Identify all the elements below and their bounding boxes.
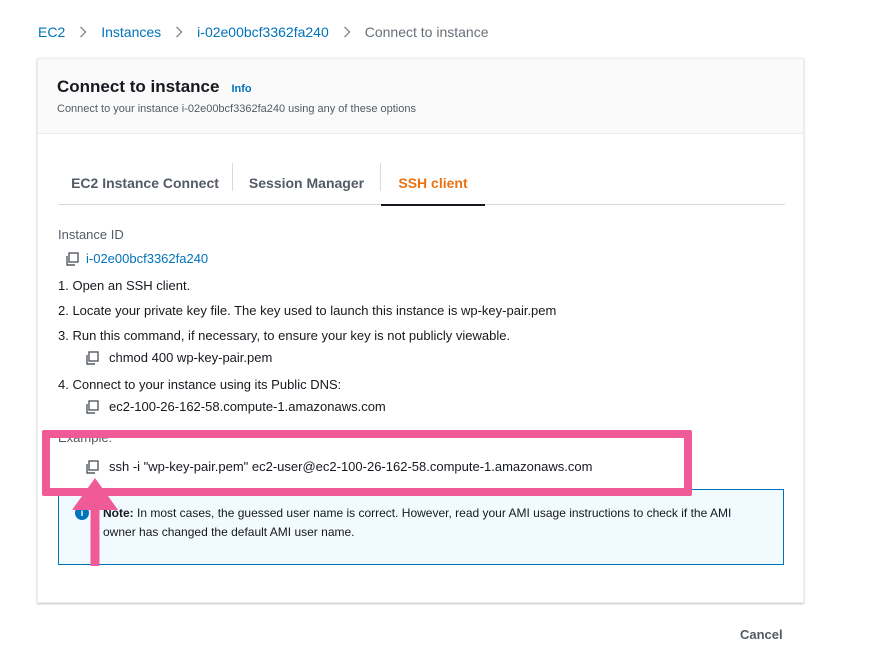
instance-id-label: Instance ID — [58, 227, 124, 242]
chevron-right-icon — [343, 26, 351, 38]
annotation-highlight-box — [42, 430, 692, 496]
chevron-right-icon — [175, 26, 183, 38]
panel-header: Connect to instance Info Connect to your… — [38, 59, 803, 134]
breadcrumb-ec2[interactable]: EC2 — [38, 24, 65, 40]
page-title: Connect to instance — [57, 77, 220, 96]
step-3: 3. Run this command, if necessary, to en… — [58, 328, 511, 343]
step-1: 1. Open an SSH client. — [58, 278, 191, 293]
breadcrumb-instance-id[interactable]: i-02e00bcf3362fa240 — [197, 24, 329, 40]
copy-icon[interactable] — [65, 251, 79, 266]
info-alert: i Note: In most cases, the guessed user … — [58, 489, 784, 565]
step-2: 2. Locate your private key file. The key… — [58, 303, 557, 318]
breadcrumb: EC2 Instances i-02e00bcf3362fa240 Connec… — [38, 24, 488, 40]
instance-id-row: i-02e00bcf3362fa240 — [65, 251, 592, 266]
breadcrumb-instances[interactable]: Instances — [101, 24, 161, 40]
public-dns-row: ec2-100-26-162-58.compute-1.amazonaws.co… — [85, 399, 592, 414]
info-link[interactable]: Info — [231, 83, 251, 95]
instance-id-value[interactable]: i-02e00bcf3362fa240 — [86, 251, 208, 266]
annotation-arrow-icon — [72, 478, 118, 566]
panel-description: Connect to your instance i-02e00bcf3362f… — [57, 103, 416, 115]
breadcrumb-current: Connect to instance — [364, 24, 489, 40]
note-text: In most cases, the guessed user name is … — [103, 506, 732, 539]
cancel-button[interactable]: Cancel — [740, 627, 783, 642]
copy-icon[interactable] — [85, 350, 99, 365]
tab-session-manager[interactable]: Session Manager — [233, 161, 380, 205]
chevron-right-icon — [79, 26, 87, 38]
chmod-command-row: chmod 400 wp-key-pair.pem — [85, 350, 592, 365]
public-dns-value: ec2-100-26-162-58.compute-1.amazonaws.co… — [109, 399, 386, 414]
tab-list: EC2 Instance Connect Session Manager SSH… — [58, 161, 785, 206]
tab-ssh-client[interactable]: SSH client — [381, 161, 485, 206]
chmod-command: chmod 400 wp-key-pair.pem — [109, 350, 273, 365]
copy-icon[interactable] — [85, 399, 99, 414]
step-4: 4. Connect to your instance using its Pu… — [58, 377, 342, 392]
connect-panel: Connect to instance Info Connect to your… — [37, 58, 804, 603]
tab-ec2-instance-connect[interactable]: EC2 Instance Connect — [58, 161, 232, 205]
